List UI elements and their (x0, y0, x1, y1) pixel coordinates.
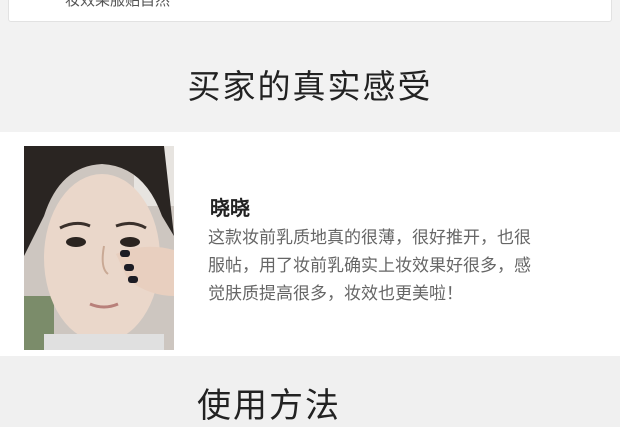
review-text: 这款妆前乳质地真的很薄，很好推开，也很服帖，用了妆前乳确实上妆效果好很多，感觉肤… (208, 228, 531, 304)
reviewer-photo[interactable] (24, 146, 174, 350)
previous-content-text: 妆效果服贴自然 (65, 0, 171, 9)
reviews-section-title: 买家的真实感受 (187, 67, 433, 106)
usage-section-title: 使用方法 (197, 386, 341, 426)
reviewer-name: 晓晓 (210, 196, 250, 220)
usage-section-header: 使用方法 (0, 356, 620, 427)
review-card: 晓晓 这款妆前乳质地真的很薄，很好推开，也很服帖，用了妆前乳确实上妆效果好很多，… (0, 132, 620, 356)
reviewer-photo-image (24, 146, 174, 350)
previous-content-card: 妆效果服贴自然 (8, 0, 612, 22)
reviews-section-header: 买家的真实感受 (0, 36, 620, 132)
